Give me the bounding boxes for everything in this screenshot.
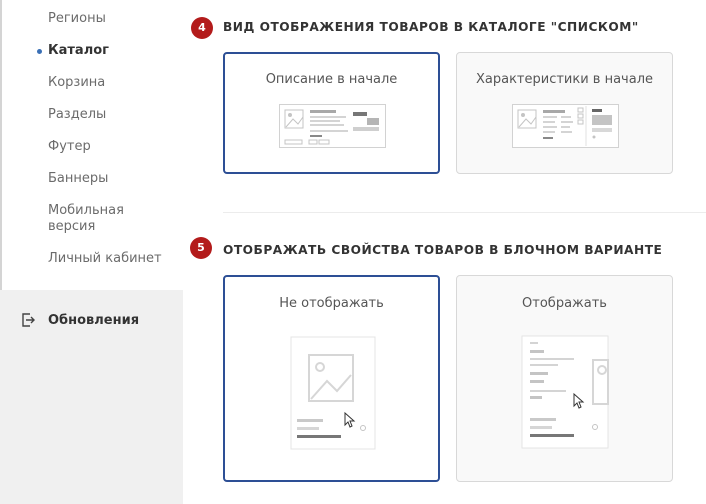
- section-title: ОТОБРАЖАТЬ СВОЙСТВА ТОВАРОВ В БЛОЧНОМ ВА…: [223, 243, 663, 257]
- block-card-no-props-preview: [290, 336, 376, 450]
- sidebar-item-account[interactable]: Личный кабинет: [48, 251, 162, 267]
- option-show-properties[interactable]: Отображать: [456, 275, 673, 482]
- section-number-badge: 5: [190, 237, 212, 259]
- sidebar-rail: [0, 0, 2, 290]
- sidebar-item-cart[interactable]: Корзина: [48, 75, 105, 91]
- block-card-with-props-preview: [521, 335, 609, 449]
- updates-button[interactable]: Обновления: [0, 290, 183, 504]
- sidebar: Регионы Каталог Корзина Разделы Футер Ба…: [0, 0, 183, 504]
- list-view-specs-preview: [512, 104, 619, 148]
- section-title: ВИД ОТОБРАЖЕНИЯ ТОВАРОВ В КАТАЛОГЕ "СПИС…: [223, 20, 639, 34]
- option-specs-first[interactable]: Характеристики в начале: [456, 52, 673, 174]
- sidebar-item-footer[interactable]: Футер: [48, 139, 91, 155]
- sidebar-item-catalog[interactable]: Каталог: [37, 43, 109, 59]
- option-label: Не отображать: [279, 296, 384, 311]
- option-label: Описание в начале: [265, 72, 398, 87]
- sidebar-item-mobile-version[interactable]: Мобильная версия: [48, 203, 148, 235]
- sidebar-item-label: Каталог: [48, 43, 109, 58]
- exit-door-icon: [22, 313, 35, 327]
- section-divider: [223, 212, 706, 213]
- option-description-first[interactable]: Описание в начале: [223, 52, 440, 174]
- list-view-description-preview: [279, 104, 386, 148]
- option-label: Отображать: [522, 296, 607, 311]
- sidebar-item-regions[interactable]: Регионы: [48, 11, 106, 27]
- option-label: Характеристики в начале: [475, 72, 654, 87]
- section-number-badge: 4: [191, 17, 213, 39]
- sidebar-item-sections[interactable]: Разделы: [48, 107, 106, 123]
- updates-label: Обновления: [48, 313, 140, 328]
- sidebar-item-banners[interactable]: Баннеры: [48, 171, 108, 187]
- active-indicator-dot: [37, 49, 42, 54]
- option-hide-properties[interactable]: Не отображать: [223, 275, 440, 482]
